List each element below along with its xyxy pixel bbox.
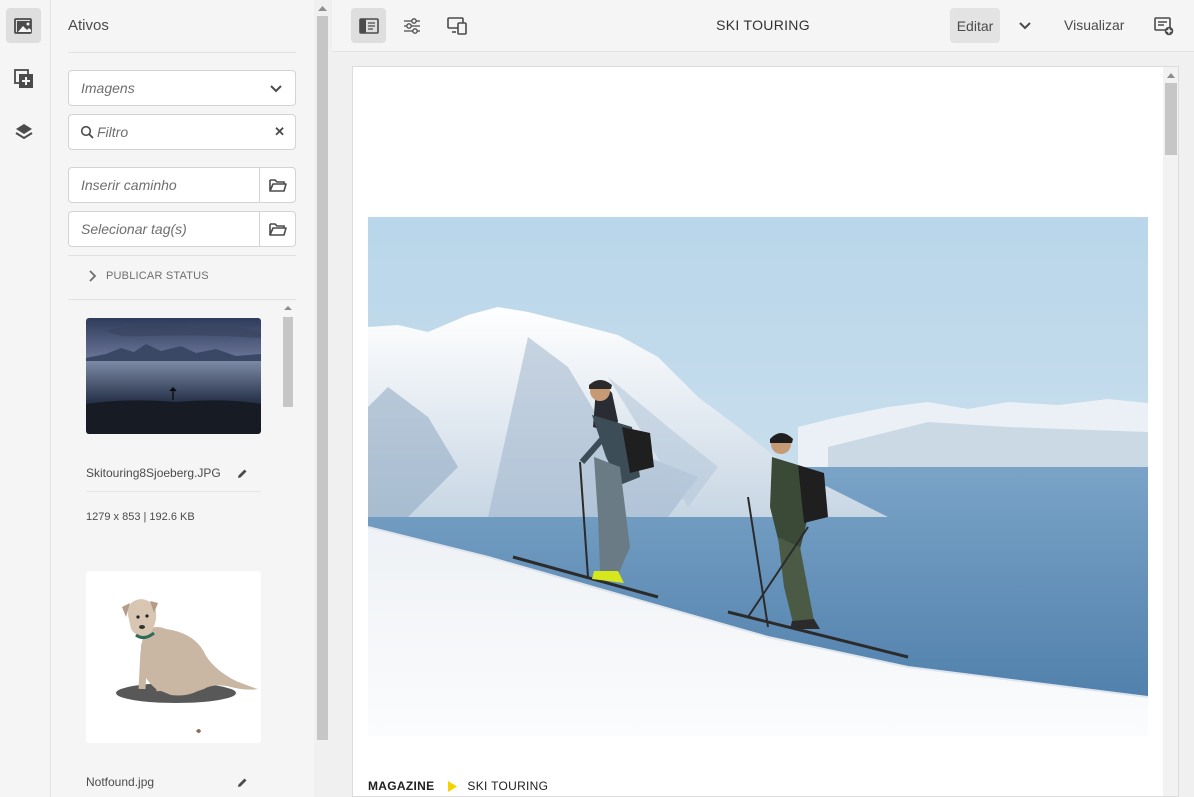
asset-list-scrollbar[interactable] [280, 303, 294, 797]
panel-scrollbar[interactable] [314, 0, 331, 797]
tags-browse-button[interactable] [259, 212, 295, 246]
add-component-icon [13, 68, 33, 88]
page-properties-button[interactable] [394, 8, 429, 43]
divider [86, 491, 261, 492]
components-toggle-button[interactable] [6, 61, 41, 96]
scroll-up-arrow-icon[interactable] [281, 303, 295, 313]
folder-icon [268, 223, 287, 236]
toggle-side-panel-button[interactable] [351, 8, 386, 43]
asset-thumbnail[interactable] [86, 318, 261, 434]
annotations-button[interactable] [1146, 8, 1181, 43]
asset-name: Skitouring8Sjoeberg.JPG [86, 466, 221, 480]
add-annotation-icon [1153, 16, 1173, 35]
hero-photo [368, 217, 1148, 736]
breadcrumb-item[interactable]: MAGAZINE [368, 779, 434, 793]
edit-mode-button[interactable]: Editar [950, 8, 1000, 43]
scroll-thumb[interactable] [317, 16, 328, 740]
tags-field[interactable]: Selecionar tag(s) [68, 211, 296, 247]
divider [68, 255, 296, 256]
chevron-down-icon [1019, 21, 1031, 29]
mode-dropdown-button[interactable] [1008, 8, 1042, 43]
path-browse-button[interactable] [259, 168, 295, 202]
publish-status-toggle[interactable]: PUBLICAR STATUS [88, 270, 209, 282]
clear-icon[interactable]: ✕ [274, 124, 285, 140]
editor-toolbar: SKI TOURING Editar Visualizar [332, 0, 1194, 52]
assets-toggle-button[interactable] [6, 8, 41, 43]
asset-type-value: Imagens [81, 80, 135, 96]
devices-icon [446, 16, 467, 35]
sliders-icon [403, 17, 420, 34]
canvas-scrollbar[interactable] [1163, 67, 1179, 796]
asset-image [86, 318, 261, 434]
side-panel-icon [358, 17, 379, 34]
assets-icon [13, 17, 32, 34]
scroll-up-arrow-icon[interactable] [1163, 69, 1179, 81]
asset-list: Skitouring8Sjoeberg.JPG 1279 x 853 | 192… [68, 300, 296, 797]
search-icon [80, 125, 94, 139]
asset-card[interactable]: Notfound.jpg [86, 571, 261, 789]
asset-thumbnail[interactable] [86, 571, 261, 743]
chevron-down-icon [270, 85, 282, 93]
page-canvas: MAGAZINE SKI TOURING [352, 66, 1179, 797]
content-tree-button[interactable] [6, 114, 41, 149]
scroll-thumb[interactable] [283, 317, 293, 407]
asset-type-select[interactable]: Imagens [68, 70, 296, 106]
tags-placeholder: Selecionar tag(s) [81, 221, 187, 237]
asset-card[interactable]: Skitouring8Sjoeberg.JPG 1279 x 853 | 192… [86, 318, 261, 523]
pencil-icon[interactable] [236, 777, 248, 789]
pencil-icon[interactable] [236, 468, 248, 480]
chevron-right-icon [89, 270, 97, 282]
folder-icon [268, 179, 287, 192]
emulator-button[interactable] [439, 8, 474, 43]
path-placeholder: Inserir caminho [81, 177, 177, 193]
filter-input[interactable]: Filtro ✕ [68, 114, 296, 150]
breadcrumb-separator-icon [448, 780, 458, 792]
layers-icon [14, 123, 33, 139]
side-rail [0, 0, 51, 797]
scroll-up-arrow-icon[interactable] [314, 2, 331, 14]
breadcrumb-item[interactable]: SKI TOURING [467, 779, 548, 793]
breadcrumb: MAGAZINE SKI TOURING [368, 779, 548, 793]
scroll-thumb[interactable] [1165, 83, 1177, 155]
hero-image[interactable] [368, 217, 1148, 736]
assets-panel: Ativos Imagens Filtro ✕ Inserir caminho … [51, 0, 314, 797]
preview-button[interactable]: Visualizar [1064, 17, 1124, 33]
asset-name: Notfound.jpg [86, 775, 155, 789]
asset-image [116, 599, 258, 733]
filter-placeholder: Filtro [97, 124, 129, 140]
publish-status-label: PUBLICAR STATUS [106, 270, 209, 282]
asset-meta: 1279 x 853 | 192.6 KB [86, 511, 195, 523]
divider [68, 52, 296, 53]
path-field[interactable]: Inserir caminho [68, 167, 296, 203]
panel-title: Ativos [68, 17, 109, 34]
